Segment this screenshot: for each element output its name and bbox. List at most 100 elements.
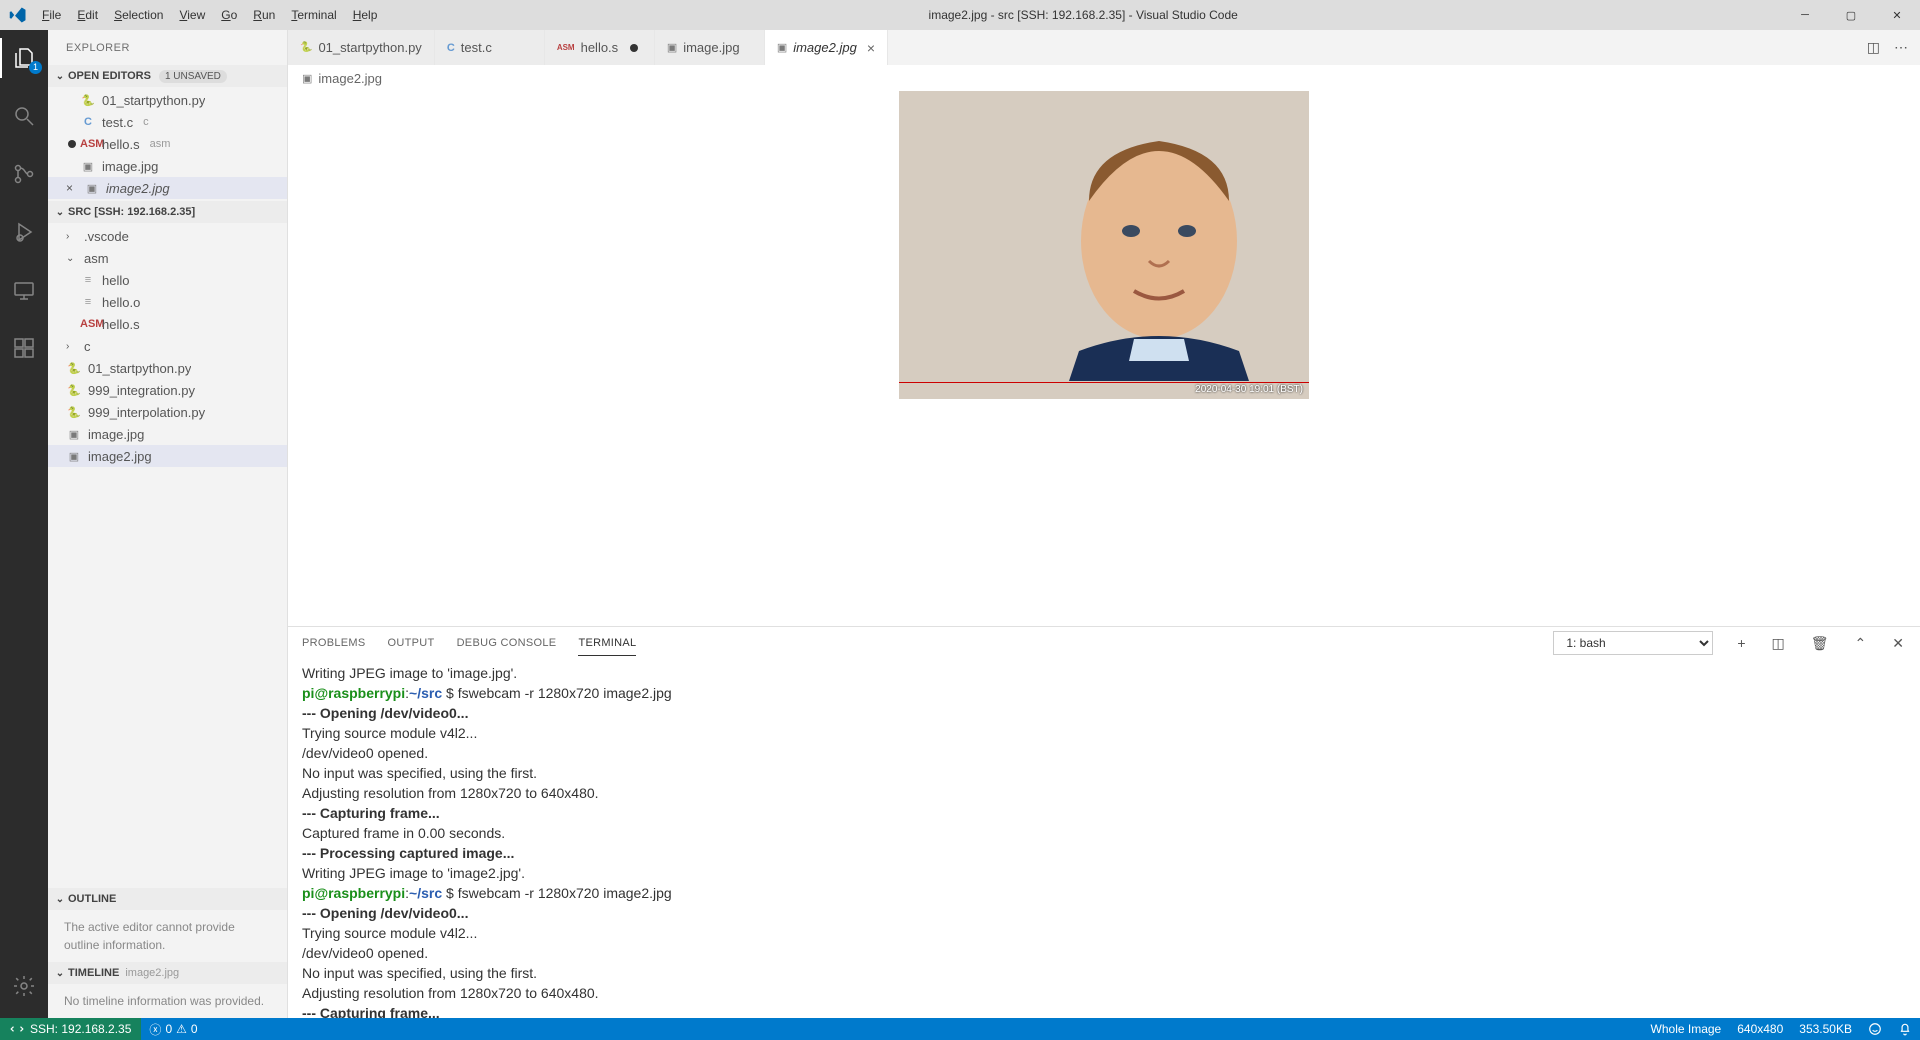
new-terminal-icon[interactable]: + xyxy=(1735,635,1747,651)
folder-item[interactable]: ⌄asm xyxy=(48,247,287,269)
extensions-icon[interactable] xyxy=(0,328,48,368)
workspace-header[interactable]: ⌄ SRC [SSH: 192.168.2.35] xyxy=(48,201,287,223)
notifications-icon[interactable] xyxy=(1890,1022,1920,1036)
outline-header[interactable]: ⌄ OUTLINE xyxy=(48,888,287,910)
image-preview[interactable]: 2020-04-30 19:01 (BST) xyxy=(288,91,1920,626)
terminal-line: Writing JPEG image to 'image2.jpg'. xyxy=(302,863,1906,883)
close-button[interactable]: ✕ xyxy=(1874,0,1920,30)
folder-item[interactable]: ›c xyxy=(48,335,287,357)
timeline-header[interactable]: ⌄ TIMELINE image2.jpg xyxy=(48,962,287,984)
panel-maximize-icon[interactable]: ⌃ xyxy=(1853,635,1869,652)
minimize-button[interactable]: ─ xyxy=(1782,0,1828,30)
file-item[interactable]: 🐍01_startpython.py xyxy=(48,357,287,379)
panel-tab-output[interactable]: OUTPUT xyxy=(388,631,435,655)
file-item[interactable]: ▣image2.jpg xyxy=(48,445,287,467)
panel-tab-problems[interactable]: PROBLEMS xyxy=(302,631,366,655)
open-editor-item[interactable]: ▣image.jpg xyxy=(48,155,287,177)
editor-tab[interactable]: Ctest.c xyxy=(435,30,545,65)
editor-tab[interactable]: 🐍01_startpython.py xyxy=(288,30,435,65)
chevron-icon: › xyxy=(66,341,78,352)
panel-tab-debug-console[interactable]: DEBUG CONSOLE xyxy=(457,631,557,655)
tree-label: hello xyxy=(102,273,129,288)
open-editor-item[interactable]: ASMhello.sasm xyxy=(48,133,287,155)
outline-empty-message: The active editor cannot provide outline… xyxy=(48,910,287,962)
status-problems[interactable]: ⓧ0 ⚠0 xyxy=(141,1021,205,1038)
explorer-icon[interactable]: 1 xyxy=(0,38,48,78)
chevron-icon: › xyxy=(66,231,78,242)
close-icon[interactable]: × xyxy=(867,40,875,56)
generic-file-icon: ≡ xyxy=(80,296,96,308)
feedback-icon[interactable] xyxy=(1860,1022,1890,1036)
tree-label: hello.s xyxy=(102,317,140,332)
open-editors-list: 🐍01_startpython.pyCtest.ccASMhello.sasm▣… xyxy=(48,87,287,201)
editor-tab[interactable]: ▣image2.jpg× xyxy=(765,30,888,65)
editor-tab[interactable]: ASMhello.s xyxy=(545,30,655,65)
remote-explorer-icon[interactable] xyxy=(0,270,48,310)
terminal[interactable]: Writing JPEG image to 'image.jpg'.pi@ras… xyxy=(288,659,1920,1018)
asm-file-icon: ASM xyxy=(80,318,96,330)
menu-run[interactable]: Run xyxy=(246,4,282,26)
open-editor-item[interactable]: ×▣image2.jpg xyxy=(48,177,287,199)
settings-gear-icon[interactable] xyxy=(0,966,48,1006)
menu-bar: FileEditSelectionViewGoRunTerminalHelp xyxy=(35,4,384,26)
editor-tab[interactable]: ▣image.jpg xyxy=(655,30,765,65)
status-image-dims[interactable]: 640x480 xyxy=(1729,1022,1791,1036)
editor-tabs: 🐍01_startpython.pyCtest.cASMhello.s▣imag… xyxy=(288,30,1920,65)
preview-image: 2020-04-30 19:01 (BST) xyxy=(899,91,1309,399)
folder-item[interactable]: ›.vscode xyxy=(48,225,287,247)
panel-tabs: PROBLEMS OUTPUT DEBUG CONSOLE TERMINAL 1: ba… xyxy=(288,627,1920,659)
tab-label: 01_startpython.py xyxy=(318,40,421,55)
terminal-line: pi@raspberrypi:~/src $ fswebcam -r 1280x… xyxy=(302,683,1906,703)
menu-go[interactable]: Go xyxy=(214,4,244,26)
kill-terminal-icon[interactable]: 🗑 xyxy=(1809,635,1831,652)
python-file-icon: 🐍 xyxy=(66,384,82,397)
file-item[interactable]: ASM hello.s xyxy=(48,313,287,335)
chevron-down-icon: ⌄ xyxy=(52,894,68,905)
search-icon[interactable] xyxy=(0,96,48,136)
remote-indicator[interactable]: SSH: 192.168.2.35 xyxy=(0,1018,141,1040)
file-item[interactable]: ≡hello xyxy=(48,269,287,291)
terminal-line: No input was specified, using the first. xyxy=(302,963,1906,983)
status-image-size[interactable]: 353.50KB xyxy=(1791,1022,1860,1036)
open-editors-header[interactable]: ⌄ OPEN EDITORS 1 UNSAVED xyxy=(48,65,287,87)
close-icon[interactable]: × xyxy=(66,181,78,195)
menu-view[interactable]: View xyxy=(172,4,212,26)
maximize-button[interactable]: ▢ xyxy=(1828,0,1874,30)
source-control-icon[interactable] xyxy=(0,154,48,194)
open-editor-item[interactable]: Ctest.cc xyxy=(48,111,287,133)
image-file-icon: ▣ xyxy=(302,72,312,85)
menu-file[interactable]: File xyxy=(35,4,68,26)
open-editor-item[interactable]: 🐍01_startpython.py xyxy=(48,89,287,111)
menu-selection[interactable]: Selection xyxy=(107,4,170,26)
python-file-icon: 🐍 xyxy=(66,362,82,375)
file-item[interactable]: ≡hello.o xyxy=(48,291,287,313)
split-editor-icon[interactable]: ◫ xyxy=(1867,39,1880,56)
split-terminal-icon[interactable]: ◫ xyxy=(1770,635,1787,652)
status-bar: SSH: 192.168.2.35 ⓧ0 ⚠0 Whole Image 640x… xyxy=(0,1018,1920,1040)
debug-icon[interactable] xyxy=(0,212,48,252)
file-label: 01_startpython.py xyxy=(102,93,205,108)
tree-label: 999_interpolation.py xyxy=(88,405,205,420)
image-file-icon: ▣ xyxy=(777,41,787,54)
terminal-line: --- Opening /dev/video0... xyxy=(302,703,1906,723)
c-file-icon: C xyxy=(80,116,96,128)
menu-help[interactable]: Help xyxy=(346,4,385,26)
more-icon[interactable]: ⋯ xyxy=(1894,39,1908,56)
file-item[interactable]: ▣image.jpg xyxy=(48,423,287,445)
file-label: image2.jpg xyxy=(106,181,170,196)
error-icon: ⓧ xyxy=(149,1021,161,1038)
menu-terminal[interactable]: Terminal xyxy=(284,4,343,26)
chevron-down-icon: ⌄ xyxy=(52,71,68,82)
panel-close-icon[interactable]: ✕ xyxy=(1890,635,1906,652)
file-item[interactable]: 🐍999_integration.py xyxy=(48,379,287,401)
chevron-down-icon: ⌄ xyxy=(52,207,68,218)
modified-dot-icon xyxy=(68,140,76,148)
vscode-logo-icon xyxy=(0,6,35,24)
terminal-selector[interactable]: 1: bash xyxy=(1553,631,1713,655)
terminal-line: --- Processing captured image... xyxy=(302,843,1906,863)
file-item[interactable]: 🐍999_interpolation.py xyxy=(48,401,287,423)
status-image-mode[interactable]: Whole Image xyxy=(1643,1022,1730,1036)
panel-tab-terminal[interactable]: TERMINAL xyxy=(578,631,636,656)
breadcrumb[interactable]: ▣ image2.jpg xyxy=(288,65,1920,91)
menu-edit[interactable]: Edit xyxy=(70,4,105,26)
